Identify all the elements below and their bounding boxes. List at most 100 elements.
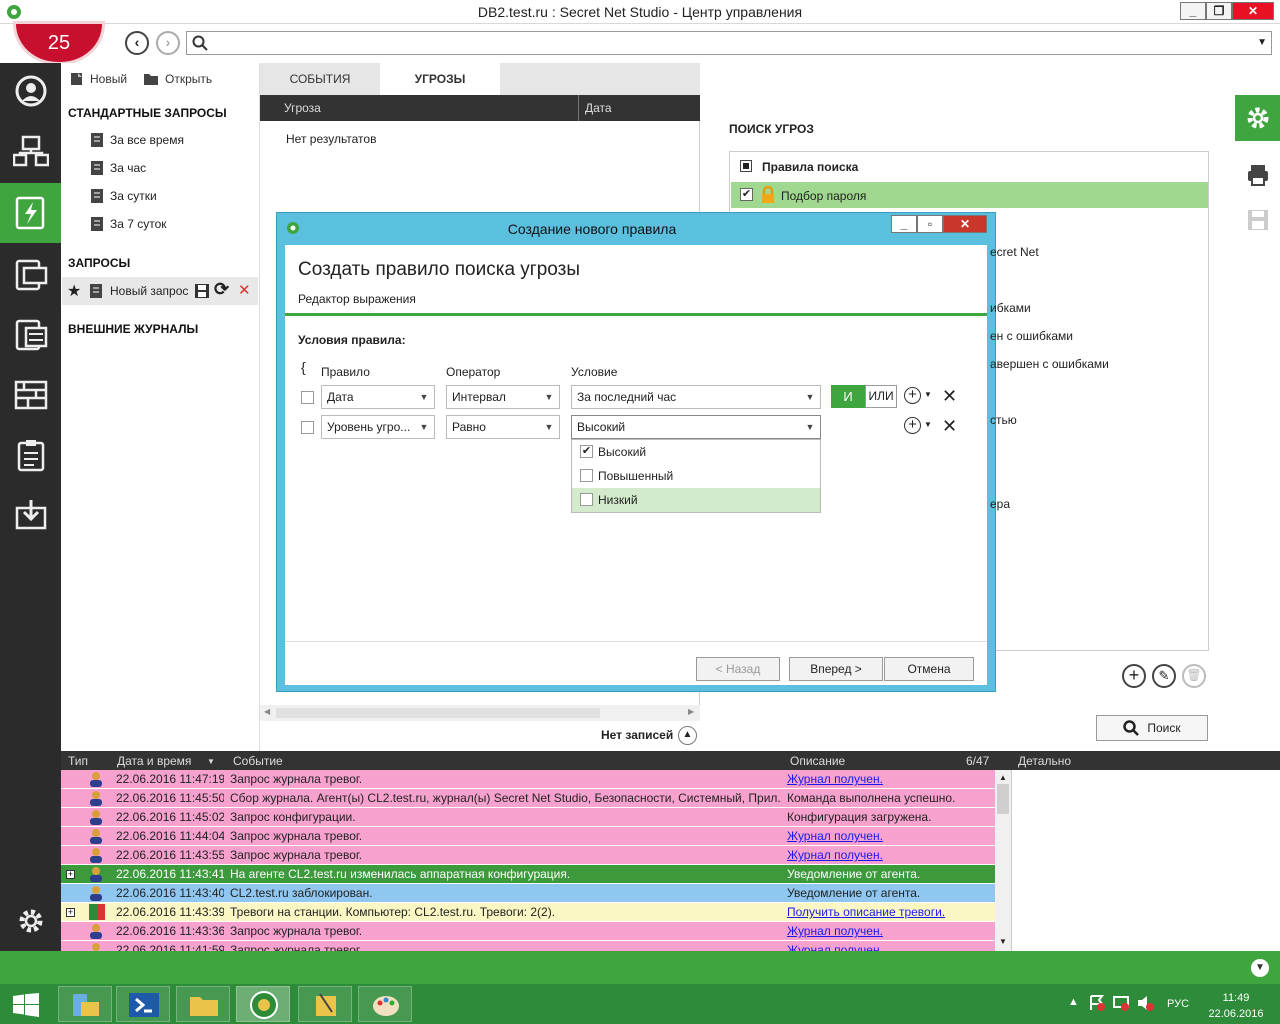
chevron-down-icon[interactable]: ▼ (924, 420, 932, 429)
log-row[interactable]: 22.06.2016 11:43:40 CL2.test.ru заблокиро… (61, 884, 995, 903)
scroll-right-icon[interactable]: ▶ (688, 707, 694, 716)
log-row[interactable]: +22.06.2016 11:43:41 На агенте CL2.test.r… (61, 865, 995, 884)
scroll-thumb[interactable] (997, 784, 1009, 814)
operator-dropdown[interactable]: Интервал ▼ (446, 385, 560, 409)
standard-query-item[interactable]: За сутки (90, 188, 157, 204)
nav-policies[interactable] (0, 307, 61, 363)
nav-deploy[interactable] (0, 487, 61, 543)
condition-dropdown[interactable]: За последний час ▼ (571, 385, 821, 409)
nav-settings-list[interactable] (0, 367, 61, 423)
rule-dropdown[interactable]: Уровень угро... ▼ (321, 415, 435, 439)
col-date[interactable]: Дата (585, 101, 612, 115)
col-datetime[interactable]: Дата и время (117, 754, 191, 768)
tray-clock[interactable]: 11:49 22.06.2016 (1200, 990, 1272, 1022)
back-button[interactable]: ‹ (125, 31, 149, 55)
tab-events[interactable]: СОБЫТИЯ (260, 63, 380, 95)
log-description[interactable]: Журнал получен. (787, 770, 993, 789)
dialog-minimize-button[interactable]: _ (891, 215, 917, 233)
remove-condition-icon[interactable]: ✕ (942, 386, 957, 407)
dialog-close-button[interactable]: ✕ (943, 215, 987, 233)
rule-item-partial[interactable]: ecret Net (990, 245, 1039, 259)
taskbar-paint[interactable] (358, 986, 412, 1022)
close-button[interactable]: ✕ (1232, 2, 1274, 20)
chevron-down-icon[interactable]: ▼ (924, 390, 932, 399)
log-description[interactable]: Получить описание тревоги. (787, 903, 993, 922)
col-detail[interactable]: Детально (1018, 754, 1071, 768)
save-icon[interactable] (194, 283, 210, 299)
chevron-down-icon[interactable]: ▼ (1257, 37, 1267, 48)
log-description[interactable]: Журнал получен. (787, 922, 993, 941)
nav-computers[interactable] (0, 123, 61, 179)
scroll-thumb[interactable] (276, 708, 600, 718)
taskbar-server-manager[interactable] (58, 986, 112, 1022)
tray-flag-icon[interactable] (1088, 994, 1106, 1012)
save-disabled-icon[interactable] (1246, 208, 1270, 232)
log-row[interactable]: 22.06.2016 11:43:55 Запрос журнала тревог… (61, 846, 995, 865)
rule-item-partial[interactable]: ен с ошибками (990, 329, 1073, 343)
taskbar-powershell[interactable] (116, 986, 170, 1022)
rule-item-partial[interactable]: стью (990, 413, 1017, 427)
row-checkbox[interactable] (301, 421, 314, 434)
option-checkbox[interactable]: ✔ (580, 445, 593, 458)
collapse-icon[interactable]: ▲ (678, 726, 697, 745)
search-bar[interactable]: ▼ (186, 31, 1272, 55)
rule-item-partial[interactable]: авершен с ошибками (990, 357, 1109, 371)
expand-row-icon[interactable]: + (66, 870, 75, 879)
taskbar-tool[interactable] (298, 986, 352, 1022)
print-icon[interactable] (1246, 163, 1270, 187)
maximize-button[interactable]: ❐ (1206, 2, 1232, 20)
tray-expand-icon[interactable]: ▲ (1068, 996, 1079, 1008)
col-type[interactable]: Тип (68, 754, 88, 768)
rule-item-partial[interactable]: ибками (990, 301, 1031, 315)
tab-threats[interactable]: УГРОЗЫ (380, 63, 500, 95)
nav-events[interactable] (0, 183, 61, 243)
rule-checkbox[interactable]: ✔ (740, 188, 753, 201)
log-description[interactable]: Журнал получен. (787, 827, 993, 846)
back-button[interactable]: < Назад (696, 657, 780, 681)
windows-start-icon[interactable] (13, 993, 39, 1017)
add-rule-button[interactable]: + (1122, 664, 1146, 688)
log-row[interactable]: 22.06.2016 11:47:19 Запрос журнала тревог… (61, 770, 995, 789)
rule-dropdown[interactable]: Дата ▼ (321, 385, 435, 409)
log-row[interactable]: 22.06.2016 11:45:50 Сбор журнала. Агент(ы… (61, 789, 995, 808)
and-toggle[interactable]: И (831, 385, 865, 408)
tray-network-icon[interactable] (1112, 994, 1130, 1012)
option-checkbox[interactable] (580, 493, 593, 506)
log-row[interactable]: 22.06.2016 11:43:36 Запрос журнала тревог… (61, 922, 995, 941)
log-row[interactable]: 22.06.2016 11:45:02 Запрос конфигурации. К… (61, 808, 995, 827)
standard-query-item[interactable]: За 7 суток (90, 216, 167, 232)
tray-language[interactable]: РУС (1167, 998, 1189, 1010)
log-row[interactable]: +22.06.2016 11:43:39 Тревоги на станции. … (61, 903, 995, 922)
or-toggle[interactable]: ИЛИ (865, 385, 897, 408)
nav-devices[interactable] (0, 247, 61, 303)
refresh-icon[interactable]: ⟳ (214, 279, 229, 300)
option-checkbox[interactable] (580, 469, 593, 482)
search-button[interactable]: Поиск (1096, 715, 1208, 741)
horizontal-scrollbar[interactable]: ◀ ▶ (260, 705, 700, 721)
delete-rule-button[interactable]: 🗑 (1182, 664, 1206, 688)
panel-settings-button[interactable] (1235, 95, 1280, 141)
log-scrollbar[interactable]: ▲ ▼ (995, 770, 1011, 951)
delete-icon[interactable]: ✕ (238, 281, 251, 299)
minimize-button[interactable]: _ (1180, 2, 1206, 20)
new-query-row[interactable]: ★ Новый запрос ⟳ ✕ (62, 277, 258, 305)
cancel-button[interactable]: Отмена (884, 657, 974, 681)
taskbar-explorer[interactable] (176, 986, 230, 1022)
sort-icon[interactable]: ▼ (207, 757, 215, 766)
operator-dropdown[interactable]: Равно ▼ (446, 415, 560, 439)
col-description[interactable]: Описание (790, 754, 845, 768)
condition-option[interactable]: Повышенный (572, 464, 820, 488)
star-icon[interactable]: ★ (67, 281, 81, 301)
log-row[interactable]: 22.06.2016 11:44:04 Запрос журнала тревог… (61, 827, 995, 846)
expand-row-icon[interactable]: + (66, 908, 75, 917)
nav-settings[interactable] (0, 893, 61, 949)
standard-query-item[interactable]: За час (90, 160, 146, 176)
add-condition-icon[interactable]: + (904, 387, 921, 404)
open-button[interactable]: Открыть (143, 72, 212, 86)
standard-query-item[interactable]: За все время (90, 132, 184, 148)
taskbar-secretnet[interactable] (236, 986, 290, 1022)
scroll-down-icon[interactable]: ▼ (999, 937, 1007, 946)
scroll-up-icon[interactable]: ▲ (999, 773, 1007, 782)
log-description[interactable]: Журнал получен. (787, 846, 993, 865)
condition-dropdown-open[interactable]: Высокий ▼ (571, 415, 821, 439)
